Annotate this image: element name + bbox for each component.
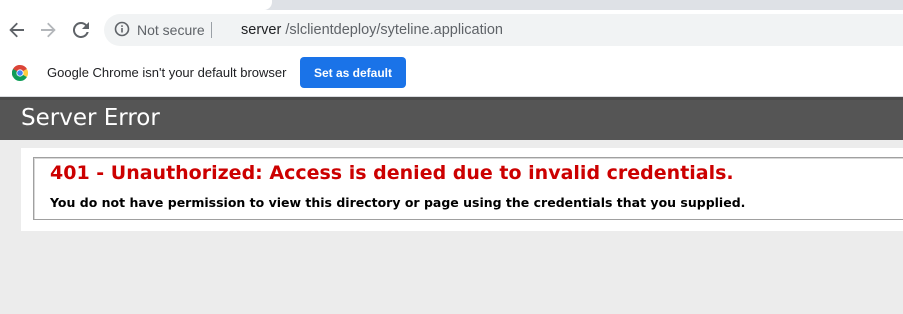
tab-strip — [0, 0, 903, 10]
error-description: You do not have permission to view this … — [50, 195, 746, 210]
active-tab[interactable] — [0, 0, 272, 10]
forward-arrow-icon — [41, 22, 56, 38]
set-as-default-button[interactable]: Set as default — [300, 57, 406, 88]
browser-toolbar: Not secure server /slclientdeploy/syteli… — [0, 10, 903, 50]
error-content: 401 - Unauthorized: Access is denied due… — [21, 148, 903, 231]
server-error-header: Server Error — [0, 97, 903, 140]
page-title: Server Error — [21, 105, 160, 131]
error-title: 401 - Unauthorized: Access is denied due… — [50, 162, 734, 184]
reload-button[interactable] — [70, 19, 92, 41]
error-box: 401 - Unauthorized: Access is denied due… — [33, 157, 903, 220]
back-button[interactable] — [6, 19, 28, 41]
address-divider — [211, 22, 212, 38]
chrome-logo-icon — [12, 65, 28, 81]
reload-icon — [73, 22, 89, 38]
forward-button[interactable] — [37, 19, 59, 41]
url-text[interactable]: server /slclientdeploy/syteline.applicat… — [241, 22, 503, 38]
address-bar[interactable]: Not secure server /slclientdeploy/syteli… — [104, 14, 903, 46]
url-path: /slclientdeploy/syteline.application — [281, 22, 503, 38]
url-host: server — [241, 22, 282, 38]
security-status-label[interactable]: Not secure — [137, 22, 205, 38]
info-circle-icon[interactable] — [114, 21, 130, 37]
default-browser-infobar: Google Chrome isn't your default browser… — [0, 50, 903, 97]
back-arrow-icon — [9, 22, 24, 38]
infobar-message: Google Chrome isn't your default browser — [47, 65, 287, 80]
